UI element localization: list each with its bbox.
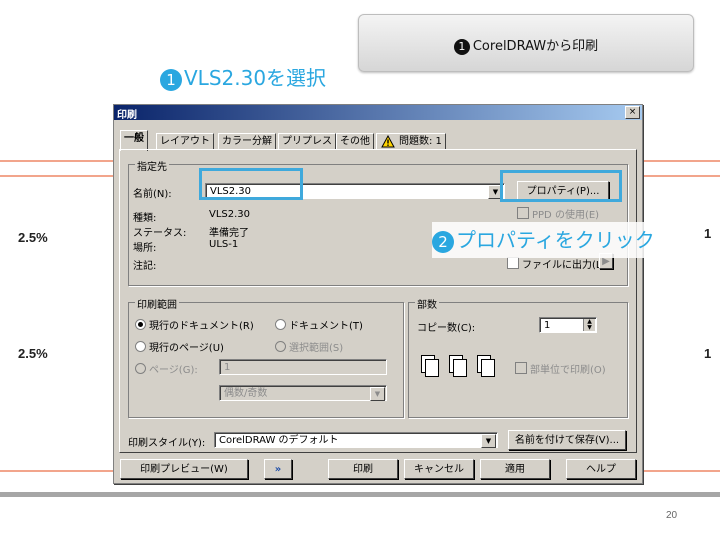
cancel-button[interactable]: キャンセル (404, 459, 474, 479)
radio-current-page[interactable]: 現行のページ(U) (135, 339, 224, 354)
dialog-titlebar: 印刷 × (114, 105, 642, 121)
collate-checkbox[interactable]: 部単位で印刷(O) (515, 361, 606, 376)
status-value: 準備完了 (209, 228, 249, 239)
tab-separations[interactable]: カラー分解 (218, 133, 276, 150)
copies-stepper[interactable]: 1 ▲ ▼ (539, 317, 597, 333)
page-number: 20 (666, 510, 678, 521)
step-header-text: CorelDRAWから印刷 (472, 39, 599, 54)
copies-group: 部数 コピー数(C): 1 ▲ ▼ 部単位で印刷(O) (408, 296, 628, 418)
spin-arrows-icon[interactable]: ▲ ▼ (583, 319, 595, 331)
step2-callout: 2 プロパティをクリック (432, 222, 661, 258)
warning-icon (381, 135, 395, 148)
ppd-checkbox-label[interactable]: PPD の使用(E) (517, 206, 599, 221)
copies-group-title: 部数 (415, 296, 439, 311)
location-value: ULS-1 (209, 239, 239, 250)
separator-line (0, 492, 720, 497)
name-label: 名前(N): (133, 189, 172, 200)
pages-input[interactable]: 1 (219, 359, 387, 375)
type-label: 種類: (133, 213, 157, 224)
tab-issues[interactable]: 問題数: 1 (376, 133, 446, 150)
close-icon[interactable]: × (625, 106, 640, 119)
preview-arrow-button[interactable]: » (264, 459, 292, 479)
percent-value: 2.5% (18, 230, 48, 245)
print-style-label: 印刷スタイル(Y): (128, 438, 206, 449)
highlight-properties (500, 170, 622, 202)
print-preview-button[interactable]: 印刷プレビュー(W) (120, 459, 248, 479)
radio-selection[interactable]: 選択範囲(S) (275, 339, 343, 354)
radio-pages[interactable]: ページ(G): (135, 361, 198, 376)
collate-page-icon (453, 359, 467, 377)
print-button[interactable]: 印刷 (328, 459, 398, 479)
comment-label: 注記: (133, 261, 157, 272)
tab-general[interactable]: 一般 (120, 130, 148, 151)
print-dialog: 印刷 × 一般 レイアウト カラー分解 プリプレス その他 問題数: 1 指定先… (113, 104, 643, 484)
radio-documents[interactable]: ドキュメント(T) (275, 317, 363, 332)
print-range-group: 印刷範囲 現行のドキュメント(R) ドキュメント(T) 現行のページ(U) 選択… (128, 296, 404, 418)
print-style-select[interactable]: CorelDRAW のデフォルト ▼ (214, 432, 498, 448)
step2-number-badge: 2 (432, 230, 454, 253)
chevron-down-icon[interactable]: ▼ (370, 387, 385, 401)
even-odd-select[interactable]: 偶数/奇数 ▼ (219, 385, 387, 401)
print-range-title: 印刷範囲 (135, 296, 179, 311)
tab-prepress[interactable]: プリプレス (278, 133, 336, 150)
tab-layout[interactable]: レイアウト (156, 133, 214, 150)
collate-page-icon (481, 359, 495, 377)
right-value: 1 (704, 226, 712, 241)
print-to-file-checkbox[interactable]: ファイルに出力(L) (507, 256, 605, 271)
step1-number-badge: 1 (160, 68, 182, 91)
chevron-down-icon[interactable]: ▼ (481, 434, 496, 448)
copies-label: コピー数(C): (417, 323, 476, 334)
radio-current-document[interactable]: 現行のドキュメント(R) (135, 317, 254, 332)
location-label: 場所: (133, 243, 157, 254)
step1-label: 1 VLS2.30を選択 (160, 62, 326, 91)
status-label: ステータス: (133, 228, 187, 239)
step-number-badge: 1 (453, 38, 470, 55)
percent-value: 2.5% (18, 346, 48, 361)
highlight-printer-name (199, 168, 303, 200)
right-value: 1 (704, 346, 712, 361)
dialog-title: 印刷 (117, 110, 137, 121)
type-value: VLS2.30 (209, 209, 251, 220)
save-as-button[interactable]: 名前を付けて保存(V)... (508, 430, 626, 450)
collate-page-icon (425, 359, 439, 377)
apply-button[interactable]: 適用 (480, 459, 550, 479)
destination-group-title: 指定先 (135, 158, 169, 173)
help-button[interactable]: ヘルプ (566, 459, 636, 479)
tab-misc[interactable]: その他 (336, 133, 374, 150)
step-header-box: 1 CorelDRAWから印刷 (358, 14, 694, 72)
